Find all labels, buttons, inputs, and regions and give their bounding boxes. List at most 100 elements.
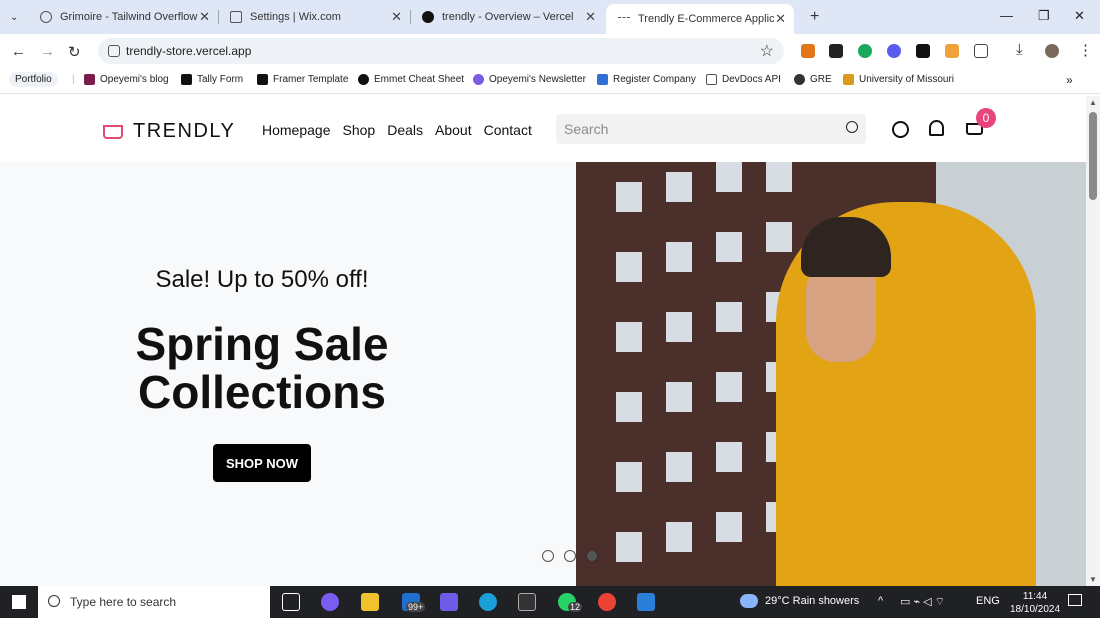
- extension-icon[interactable]: [829, 44, 843, 58]
- hero-subtitle: Sale! Up to 50% off!: [155, 266, 369, 293]
- back-arrow-icon[interactable]: ←: [11, 43, 26, 60]
- forward-arrow-icon[interactable]: →: [40, 43, 55, 60]
- scroll-down-arrow-icon[interactable]: ▼: [1089, 575, 1097, 584]
- carousel-dot-2[interactable]: [564, 550, 576, 562]
- nav-shop[interactable]: Shop: [343, 122, 376, 138]
- site-info-icon[interactable]: [108, 45, 120, 57]
- brand-logo[interactable]: TRENDLY: [103, 120, 235, 143]
- browser-toolbar: ← → ↻ trendly-store.vercel.app ☆ ⤓ ⋮: [0, 34, 1100, 68]
- weather-text[interactable]: 29°C Rain showers: [765, 595, 859, 607]
- windows-start-icon[interactable]: [12, 595, 26, 609]
- bookmark-devdocs-api[interactable]: DevDocs API: [706, 74, 781, 85]
- nav-homepage[interactable]: Homepage: [262, 122, 331, 138]
- browser-menu-icon[interactable]: ⋮: [1078, 41, 1093, 59]
- bookmark-opeyemi-blog[interactable]: Opeyemi's blog: [84, 74, 169, 85]
- framer-icon: [257, 74, 268, 85]
- site-header: TRENDLY Homepage Shop Deals About Contac…: [0, 96, 1086, 162]
- extension-icon[interactable]: [945, 44, 959, 58]
- main-nav: Homepage Shop Deals About Contact: [262, 122, 544, 138]
- download-icon[interactable]: ⤓: [1016, 41, 1023, 58]
- shopping-cart-logo-icon: [103, 124, 123, 139]
- metamask-extension-icon[interactable]: [801, 44, 815, 58]
- hero-image: [576, 162, 1086, 586]
- tray-expand-icon[interactable]: ^: [878, 595, 883, 607]
- shop-now-button[interactable]: SHOP NOW: [213, 444, 311, 482]
- wix-favicon-icon: [230, 11, 242, 23]
- extensions-puzzle-icon[interactable]: [974, 44, 988, 58]
- extension-icon[interactable]: [887, 44, 901, 58]
- bookmark-emmet-cheat-sheet[interactable]: Emmet Cheat Sheet: [358, 74, 464, 85]
- emmet-icon: [358, 74, 369, 85]
- bookmark-tally-form[interactable]: Tally Form: [181, 74, 243, 85]
- user-account-icon[interactable]: [892, 121, 909, 138]
- bookmark-portfolio[interactable]: Portfolio: [9, 72, 58, 87]
- terminal-icon[interactable]: [518, 593, 536, 611]
- copilot-icon[interactable]: [321, 593, 339, 611]
- profile-avatar[interactable]: [1045, 44, 1059, 58]
- bookmark-register-company[interactable]: Register Company: [597, 74, 696, 85]
- tab-grimoire[interactable]: Grimoire - Tailwind Overflow Cl ✕: [28, 4, 219, 30]
- browser-tab-strip: ⌄ Grimoire - Tailwind Overflow Cl ✕ Sett…: [0, 0, 1100, 34]
- clock[interactable]: 11:44 18/10/2024: [1010, 590, 1060, 616]
- close-tab-icon[interactable]: ✕: [391, 9, 402, 25]
- blog-icon: [84, 74, 95, 85]
- tab-wix-settings[interactable]: Settings | Wix.com ✕: [218, 4, 411, 30]
- task-view-icon[interactable]: [282, 593, 300, 611]
- tab-vercel-overview[interactable]: trendly - Overview – Vercel ✕: [410, 4, 604, 30]
- tab-list-button[interactable]: ⌄: [4, 8, 26, 26]
- address-bar[interactable]: trendly-store.vercel.app ☆: [98, 38, 784, 64]
- weather-cloud-icon: [740, 594, 758, 608]
- tab-trendly-active[interactable]: Trendly E-Commerce Applicatio ✕: [606, 4, 794, 34]
- globe-icon: [794, 74, 805, 85]
- new-tab-button[interactable]: +: [798, 4, 819, 30]
- whatsapp-badge: 12: [568, 602, 583, 612]
- restore-icon[interactable]: ❐: [1038, 8, 1050, 24]
- more-bookmarks-icon[interactable]: »: [1066, 73, 1073, 87]
- nav-about[interactable]: About: [435, 122, 472, 138]
- vscode-icon[interactable]: [637, 593, 655, 611]
- university-icon: [843, 74, 854, 85]
- app-icon[interactable]: [440, 593, 458, 611]
- close-tab-icon[interactable]: ✕: [775, 11, 786, 27]
- trendly-favicon-icon: [618, 17, 630, 21]
- carousel-indicators: [542, 550, 598, 562]
- close-tab-icon[interactable]: ✕: [199, 9, 210, 25]
- register-icon: [597, 74, 608, 85]
- grimoire-favicon-icon: [40, 11, 52, 23]
- carousel-dot-1[interactable]: [542, 550, 554, 562]
- extension-icon[interactable]: [916, 44, 930, 58]
- bookmark-star-icon[interactable]: ☆: [760, 41, 774, 61]
- language-indicator[interactable]: ENG: [976, 595, 1000, 607]
- minimize-icon[interactable]: —: [1000, 8, 1013, 23]
- taskbar-search-input[interactable]: Type here to search: [38, 586, 270, 618]
- nav-deals[interactable]: Deals: [387, 122, 423, 138]
- close-tab-icon[interactable]: ✕: [585, 9, 596, 25]
- nav-contact[interactable]: Contact: [484, 122, 532, 138]
- web-page: TRENDLY Homepage Shop Deals About Contac…: [0, 96, 1086, 586]
- bookmark-university-missouri[interactable]: University of Missouri: [843, 74, 954, 85]
- page-scrollbar[interactable]: ▲ ▼: [1086, 96, 1100, 586]
- windows-taskbar: Type here to search 99+ 12 29°C Rain sho…: [0, 586, 1100, 618]
- reload-icon[interactable]: ↻: [68, 43, 81, 61]
- bookmark-framer-template[interactable]: Framer Template: [257, 74, 348, 85]
- bookmark-opeyemi-newsletter[interactable]: Opeyemi's Newsletter: [473, 74, 586, 85]
- chrome-icon[interactable]: [598, 593, 616, 611]
- tray-icons[interactable]: ▭ ⌁ ◁ ⌔: [900, 595, 945, 609]
- mail-badge: 99+: [406, 602, 426, 612]
- scrollbar-thumb[interactable]: [1089, 112, 1097, 200]
- notification-center-icon[interactable]: [1068, 594, 1082, 606]
- bookmark-gre[interactable]: GRE: [794, 74, 832, 85]
- extension-icon[interactable]: [858, 44, 872, 58]
- hero-carousel: Sale! Up to 50% off! Spring Sale Collect…: [0, 162, 1086, 586]
- search-input[interactable]: Search: [556, 114, 866, 144]
- close-window-icon[interactable]: ✕: [1074, 8, 1085, 24]
- file-explorer-icon[interactable]: [361, 593, 379, 611]
- edge-browser-icon[interactable]: [479, 593, 497, 611]
- notification-bell-icon[interactable]: [929, 120, 944, 136]
- scroll-up-arrow-icon[interactable]: ▲: [1089, 98, 1097, 107]
- hero-text-panel: Sale! Up to 50% off! Spring Sale Collect…: [0, 162, 576, 586]
- search-icon: [48, 595, 60, 607]
- bookmark-divider: |: [72, 74, 75, 85]
- carousel-dot-3[interactable]: [586, 550, 598, 562]
- search-icon[interactable]: [846, 121, 858, 133]
